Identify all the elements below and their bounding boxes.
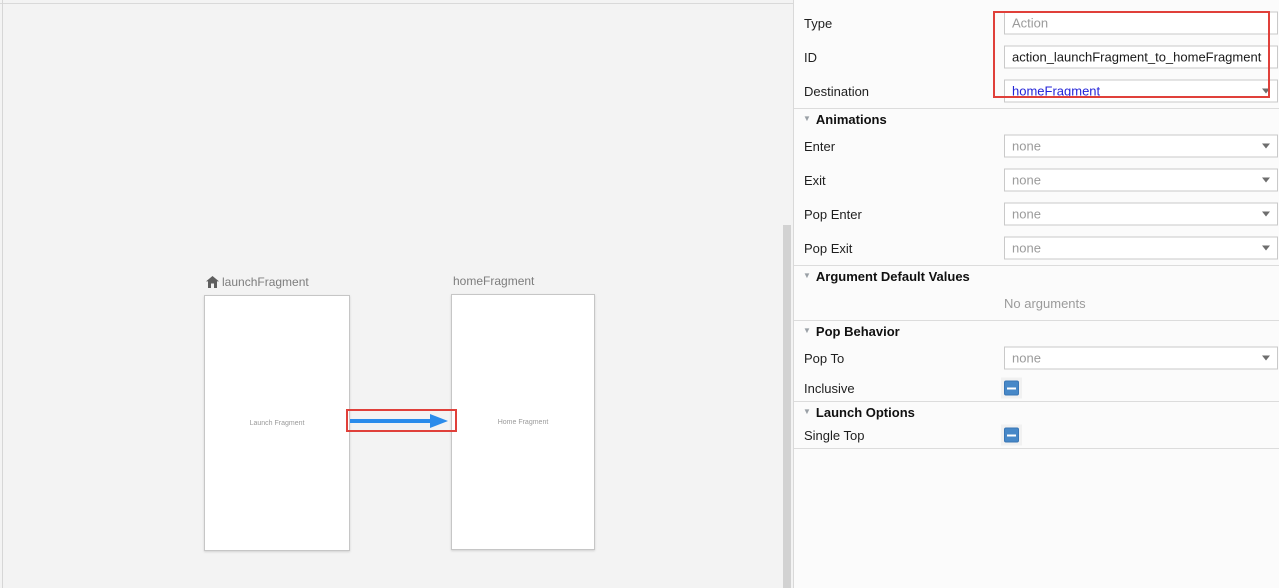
fragment-preview-text: Launch Fragment bbox=[249, 419, 305, 427]
fragment-label-homeFragment: homeFragment bbox=[453, 274, 534, 288]
action-arrow[interactable] bbox=[349, 412, 449, 430]
exit-animation-combobox[interactable]: none bbox=[1004, 168, 1278, 192]
exit-label: Exit bbox=[804, 172, 826, 188]
destination-row: Destination homeFragment bbox=[794, 74, 1279, 108]
pop-to-label: Pop To bbox=[804, 350, 845, 366]
chevron-down-icon bbox=[1262, 88, 1270, 94]
id-row: ID action_launchFragment_to_homeFragment bbox=[794, 40, 1279, 74]
collapse-triangle-icon: ▼ bbox=[803, 271, 811, 280]
exit-value: none bbox=[1012, 172, 1041, 188]
pop-exit-value: none bbox=[1012, 240, 1041, 256]
destination-combobox[interactable]: homeFragment bbox=[1004, 79, 1278, 103]
pop-enter-label: Pop Enter bbox=[804, 206, 862, 222]
pop-exit-label: Pop Exit bbox=[804, 240, 853, 256]
fragment-name: launchFragment bbox=[222, 275, 309, 289]
pop-enter-row: Pop Enter none bbox=[794, 197, 1279, 231]
collapse-triangle-icon: ▼ bbox=[803, 326, 811, 335]
fragment-card-homeFragment[interactable]: homeFragment Home Fragment bbox=[451, 274, 595, 550]
type-row: Type Action bbox=[794, 6, 1279, 40]
pop-behavior-section: ▼ Pop Behavior Pop To none Inclusive bbox=[794, 320, 1279, 401]
nav-editor-canvas[interactable]: launchFragment Launch Fragment homeFragm… bbox=[0, 0, 793, 588]
pop-to-value: none bbox=[1012, 350, 1041, 366]
attributes-panel: Type Action ID action_launchFragment_to_… bbox=[793, 0, 1279, 588]
single-top-row: Single Top bbox=[794, 422, 1279, 448]
pop-enter-value: none bbox=[1012, 206, 1041, 222]
section-title: Animations bbox=[815, 111, 887, 127]
pop-to-combobox[interactable]: none bbox=[1004, 346, 1278, 370]
single-top-checkbox[interactable] bbox=[1001, 424, 1022, 446]
enter-value: none bbox=[1012, 138, 1041, 154]
id-field[interactable]: action_launchFragment_to_homeFragment bbox=[1004, 45, 1278, 69]
animations-section: ▼ Animations Enter none Exit none Pop En… bbox=[794, 108, 1279, 265]
pop-enter-animation-combobox[interactable]: none bbox=[1004, 202, 1278, 226]
chevron-down-icon bbox=[1262, 245, 1270, 251]
fragment-name: homeFragment bbox=[453, 274, 535, 288]
no-arguments-row: No arguments bbox=[794, 286, 1279, 320]
launch-options-section: ▼ Launch Options Single Top bbox=[794, 401, 1279, 449]
checkbox-indeterminate-icon bbox=[1004, 427, 1019, 443]
type-value: Action bbox=[1012, 15, 1049, 31]
no-arguments-text: No arguments bbox=[1004, 295, 1086, 311]
canvas-top-border bbox=[0, 3, 793, 4]
chevron-down-icon bbox=[1262, 211, 1270, 217]
exit-row: Exit none bbox=[794, 163, 1279, 197]
canvas-left-border bbox=[2, 0, 3, 588]
destination-label: Destination bbox=[804, 83, 870, 99]
pop-exit-row: Pop Exit none bbox=[794, 231, 1279, 265]
type-label: Type bbox=[804, 15, 833, 31]
id-label: ID bbox=[804, 49, 817, 65]
inclusive-checkbox[interactable] bbox=[1001, 377, 1022, 399]
single-top-label: Single Top bbox=[804, 427, 865, 443]
collapse-triangle-icon: ▼ bbox=[803, 407, 811, 416]
fragment-label-launchFragment: launchFragment bbox=[206, 275, 309, 289]
pop-behavior-section-header[interactable]: ▼ Pop Behavior bbox=[794, 321, 1279, 341]
chevron-down-icon bbox=[1262, 143, 1270, 149]
section-title: Launch Options bbox=[815, 404, 915, 420]
pop-exit-animation-combobox[interactable]: none bbox=[1004, 236, 1278, 260]
pop-to-row: Pop To none bbox=[794, 341, 1279, 375]
chevron-down-icon bbox=[1262, 177, 1270, 183]
section-title: Argument Default Values bbox=[815, 268, 970, 284]
arguments-section: ▼ Argument Default Values No arguments bbox=[794, 265, 1279, 320]
destination-value: homeFragment bbox=[1012, 83, 1101, 99]
animations-section-header[interactable]: ▼ Animations bbox=[794, 109, 1279, 129]
inclusive-label: Inclusive bbox=[804, 380, 855, 396]
inclusive-row: Inclusive bbox=[794, 375, 1279, 401]
enter-label: Enter bbox=[804, 138, 836, 154]
enter-row: Enter none bbox=[794, 129, 1279, 163]
checkbox-indeterminate-icon bbox=[1004, 380, 1019, 396]
fragment-card-launchFragment[interactable]: launchFragment Launch Fragment bbox=[204, 275, 350, 551]
type-field[interactable]: Action bbox=[1004, 11, 1278, 35]
launch-options-section-header[interactable]: ▼ Launch Options bbox=[794, 402, 1279, 422]
id-value: action_launchFragment_to_homeFragment bbox=[1012, 49, 1262, 65]
section-title: Pop Behavior bbox=[815, 323, 900, 339]
home-icon bbox=[206, 276, 219, 288]
collapse-triangle-icon: ▼ bbox=[803, 114, 811, 123]
canvas-vertical-scrollbar[interactable] bbox=[783, 225, 791, 588]
fragment-preview-text: Home Fragment bbox=[497, 418, 549, 426]
enter-animation-combobox[interactable]: none bbox=[1004, 134, 1278, 158]
arguments-section-header[interactable]: ▼ Argument Default Values bbox=[794, 266, 1279, 286]
chevron-down-icon bbox=[1262, 355, 1270, 361]
